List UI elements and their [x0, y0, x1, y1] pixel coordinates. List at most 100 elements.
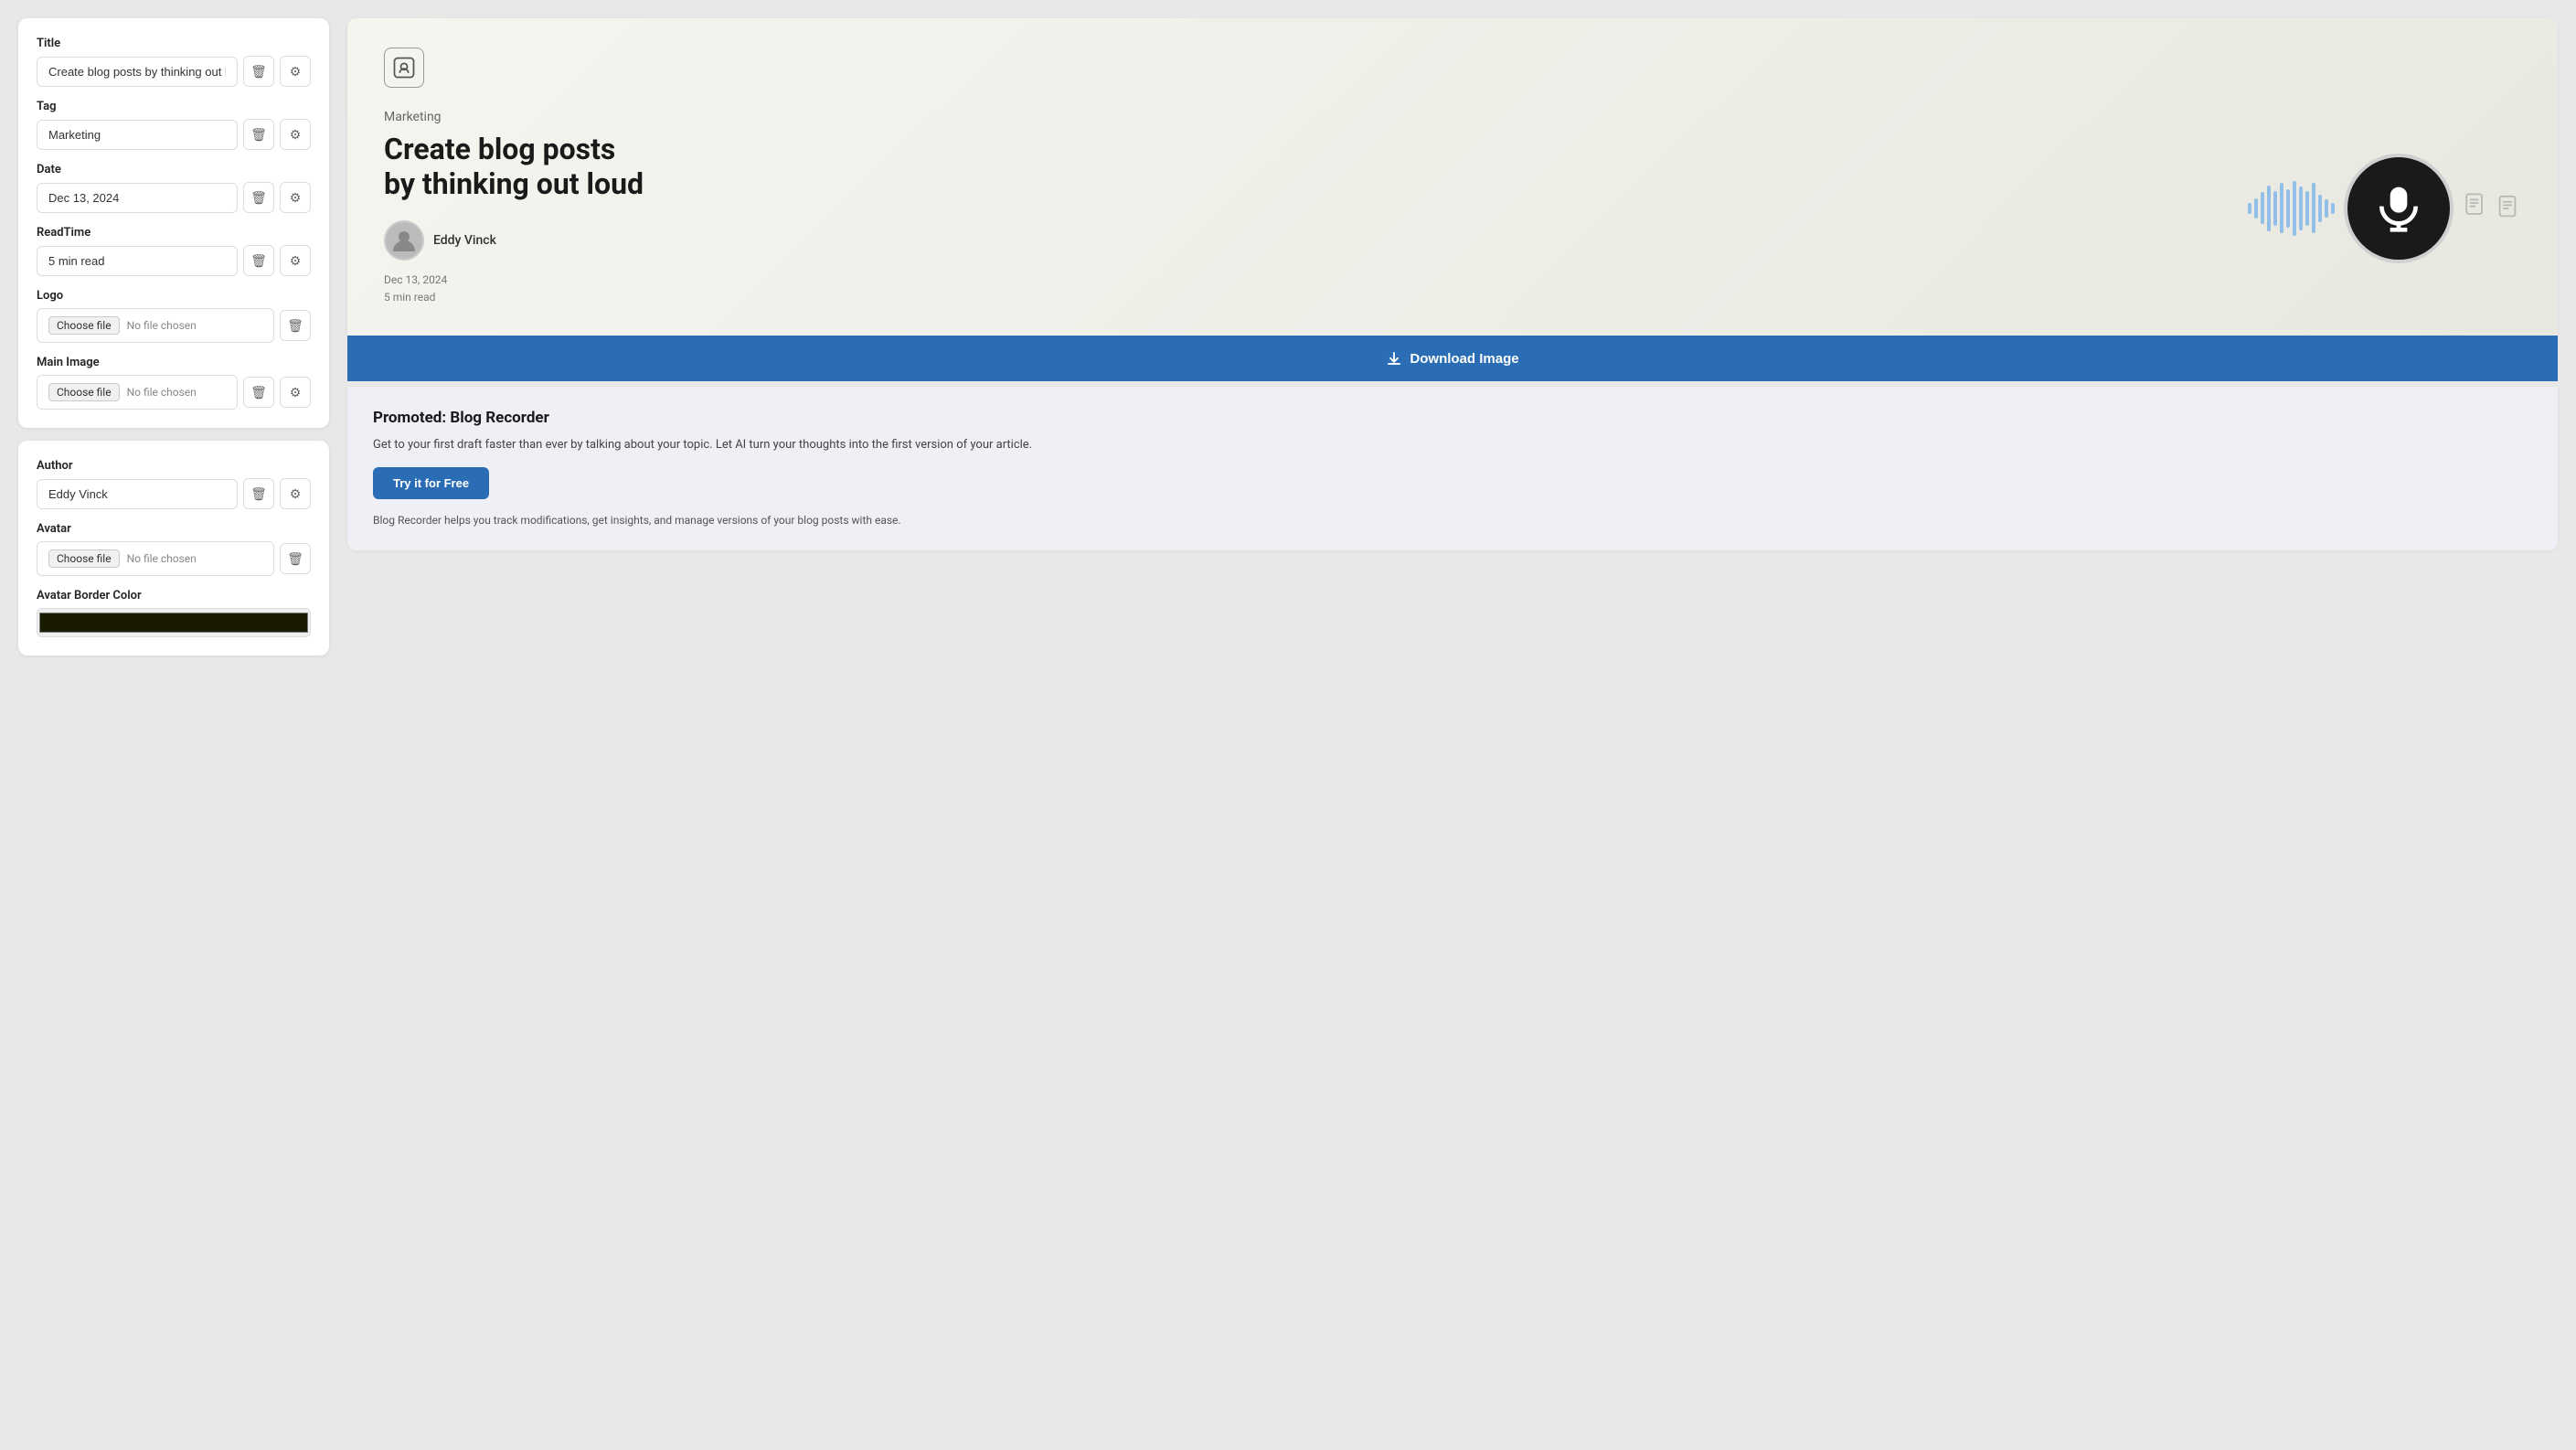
- logo-file-input[interactable]: Choose file No file chosen: [37, 308, 274, 343]
- wave-6: [2280, 183, 2283, 233]
- main-fields-card: Title 🗑 ⚙ Tag 🗑 ⚙ Date: [18, 18, 329, 428]
- title-field-container: Title 🗑 ⚙: [37, 37, 311, 87]
- main-image-file-input[interactable]: Choose file No file chosen: [37, 375, 238, 410]
- sound-waves: [2248, 181, 2335, 236]
- title-delete-button[interactable]: 🗑: [243, 56, 274, 87]
- wave-11: [2312, 183, 2315, 233]
- promoted-footer: Blog Recorder helps you track modificati…: [373, 512, 2532, 528]
- wave-12: [2318, 195, 2322, 222]
- main-image-row: Choose file No file chosen 🗑 ⚙: [37, 375, 311, 410]
- preview-text-block: Marketing Create blog posts by thinking …: [384, 110, 2248, 306]
- preview-read-time: 5 min read: [384, 289, 2248, 306]
- download-image-button[interactable]: Download Image: [347, 336, 2558, 381]
- title-input[interactable]: [37, 57, 238, 87]
- author-label: Author: [37, 459, 311, 473]
- avatar-label: Avatar: [37, 522, 311, 536]
- title-settings-button[interactable]: ⚙: [280, 56, 311, 87]
- preview-title-line1: Create blog posts: [384, 132, 615, 166]
- readtime-label: ReadTime: [37, 226, 311, 240]
- wave-4: [2267, 186, 2271, 231]
- avatar-border-field-container: Avatar Border Color: [37, 589, 311, 637]
- preview-content-area: Marketing Create blog posts by thinking …: [384, 110, 2521, 306]
- logo-delete-button[interactable]: 🗑: [280, 310, 311, 341]
- field-group-main: Title 🗑 ⚙ Tag 🗑 ⚙ Date: [37, 37, 311, 410]
- author-settings-button[interactable]: ⚙: [280, 478, 311, 509]
- promoted-title: Promoted: Blog Recorder: [373, 409, 2532, 427]
- author-input[interactable]: [37, 479, 238, 509]
- preview-inner: Marketing Create blog posts by thinking …: [347, 18, 2558, 336]
- tag-label: Tag: [37, 100, 311, 113]
- wave-10: [2305, 191, 2309, 226]
- preview-date: Dec 13, 2024: [384, 272, 2248, 289]
- avatar-row: Choose file No file chosen 🗑: [37, 541, 311, 576]
- doc-icons: [2463, 192, 2521, 225]
- main-image-settings-button[interactable]: ⚙: [280, 377, 311, 408]
- promoted-description: Get to your first draft faster than ever…: [373, 436, 2532, 454]
- tag-settings-button[interactable]: ⚙: [280, 119, 311, 150]
- download-btn-label: Download Image: [1410, 351, 1518, 367]
- right-panel: Marketing Create blog posts by thinking …: [347, 18, 2558, 1432]
- left-panel: Title 🗑 ⚙ Tag 🗑 ⚙ Date: [18, 18, 329, 1432]
- preview-illustration: [2248, 154, 2521, 263]
- date-row: 🗑 ⚙: [37, 182, 311, 213]
- wave-2: [2254, 198, 2258, 219]
- avatar-field-container: Avatar Choose file No file chosen 🗑: [37, 522, 311, 576]
- mic-circle-icon: [2344, 154, 2454, 263]
- title-row: 🗑 ⚙: [37, 56, 311, 87]
- main-image-delete-button[interactable]: 🗑: [243, 377, 274, 408]
- logo-choose-btn[interactable]: Choose file: [48, 316, 120, 335]
- wave-9: [2299, 187, 2303, 230]
- avatar-border-color-input[interactable]: [37, 608, 311, 637]
- author-delete-button[interactable]: 🗑: [243, 478, 274, 509]
- tag-delete-button[interactable]: 🗑: [243, 119, 274, 150]
- author-row: 🗑 ⚙: [37, 478, 311, 509]
- preview-title: Create blog posts by thinking out loud: [384, 132, 750, 202]
- date-field-container: Date 🗑 ⚙: [37, 163, 311, 213]
- readtime-input[interactable]: [37, 246, 238, 276]
- preview-tag: Marketing: [384, 110, 2248, 124]
- preview-card: Marketing Create blog posts by thinking …: [347, 18, 2558, 336]
- doc-icon-1: [2463, 192, 2490, 225]
- readtime-row: 🗑 ⚙: [37, 245, 311, 276]
- preview-meta: Dec 13, 2024 5 min read: [384, 272, 2248, 306]
- doc-icon-2: [2494, 192, 2521, 225]
- avatar-file-input[interactable]: Choose file No file chosen: [37, 541, 274, 576]
- wave-1: [2248, 203, 2251, 214]
- wave-14: [2331, 203, 2335, 214]
- download-icon: [1386, 350, 1402, 367]
- tag-input[interactable]: [37, 120, 238, 150]
- main-image-no-file: No file chosen: [127, 386, 197, 399]
- promoted-section: Promoted: Blog Recorder Get to your firs…: [347, 387, 2558, 550]
- preview-title-line2: by thinking out loud: [384, 166, 644, 201]
- logo-no-file: No file chosen: [127, 319, 197, 332]
- wave-5: [2273, 191, 2277, 226]
- avatar-delete-button[interactable]: 🗑: [280, 543, 311, 574]
- readtime-settings-button[interactable]: ⚙: [280, 245, 311, 276]
- avatar-no-file: No file chosen: [127, 552, 197, 565]
- logo-label: Logo: [37, 289, 311, 303]
- main-image-label: Main Image: [37, 356, 311, 369]
- author-fields-card: Author 🗑 ⚙ Avatar Choose file No file ch…: [18, 441, 329, 656]
- preview-logo-icon: [384, 48, 424, 88]
- tag-field-container: Tag 🗑 ⚙: [37, 100, 311, 150]
- readtime-field-container: ReadTime 🗑 ⚙: [37, 226, 311, 276]
- avatar: [384, 220, 424, 261]
- title-label: Title: [37, 37, 311, 50]
- try-btn-label: Try it for Free: [393, 476, 469, 490]
- date-label: Date: [37, 163, 311, 176]
- wave-7: [2286, 189, 2290, 228]
- wave-3: [2261, 192, 2264, 224]
- preview-author-row: Eddy Vinck: [384, 220, 2248, 261]
- preview-author-name: Eddy Vinck: [433, 233, 496, 248]
- date-input[interactable]: [37, 183, 238, 213]
- main-image-field-container: Main Image Choose file No file chosen 🗑 …: [37, 356, 311, 410]
- date-settings-button[interactable]: ⚙: [280, 182, 311, 213]
- wave-8: [2293, 181, 2296, 236]
- try-for-free-button[interactable]: Try it for Free: [373, 467, 489, 499]
- field-group-author: Author 🗑 ⚙ Avatar Choose file No file ch…: [37, 459, 311, 637]
- main-image-choose-btn[interactable]: Choose file: [48, 383, 120, 401]
- avatar-choose-btn[interactable]: Choose file: [48, 549, 120, 568]
- wave-13: [2325, 199, 2328, 218]
- date-delete-button[interactable]: 🗑: [243, 182, 274, 213]
- readtime-delete-button[interactable]: 🗑: [243, 245, 274, 276]
